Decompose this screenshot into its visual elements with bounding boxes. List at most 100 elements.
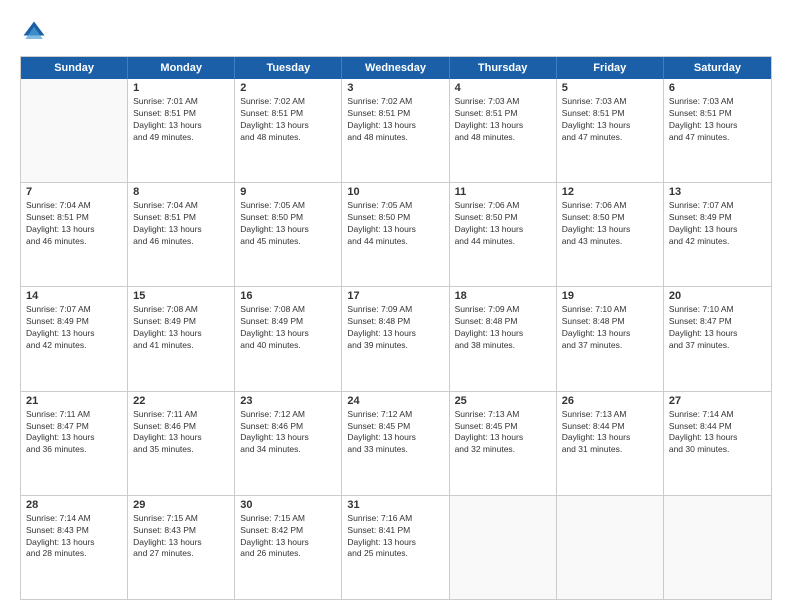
header-day-wednesday: Wednesday	[342, 57, 449, 79]
daylight-text-line2: and 36 minutes.	[26, 444, 122, 456]
daylight-text-line1: Daylight: 13 hours	[26, 537, 122, 549]
calendar-cell: 30Sunrise: 7:15 AMSunset: 8:42 PMDayligh…	[235, 496, 342, 599]
daylight-text-line2: and 47 minutes.	[562, 132, 658, 144]
header-day-saturday: Saturday	[664, 57, 771, 79]
daylight-text-line1: Daylight: 13 hours	[26, 224, 122, 236]
sunset-text: Sunset: 8:44 PM	[562, 421, 658, 433]
sunset-text: Sunset: 8:50 PM	[455, 212, 551, 224]
day-number: 27	[669, 395, 766, 407]
calendar-row-0: 1Sunrise: 7:01 AMSunset: 8:51 PMDaylight…	[21, 79, 771, 182]
day-number: 24	[347, 395, 443, 407]
sunrise-text: Sunrise: 7:09 AM	[455, 304, 551, 316]
day-number: 7	[26, 186, 122, 198]
sunset-text: Sunset: 8:51 PM	[562, 108, 658, 120]
sunrise-text: Sunrise: 7:12 AM	[240, 409, 336, 421]
sunset-text: Sunset: 8:51 PM	[240, 108, 336, 120]
calendar-cell: 13Sunrise: 7:07 AMSunset: 8:49 PMDayligh…	[664, 183, 771, 286]
daylight-text-line2: and 43 minutes.	[562, 236, 658, 248]
sunset-text: Sunset: 8:41 PM	[347, 525, 443, 537]
day-number: 29	[133, 499, 229, 511]
sunrise-text: Sunrise: 7:06 AM	[455, 200, 551, 212]
day-number: 16	[240, 290, 336, 302]
page: SundayMondayTuesdayWednesdayThursdayFrid…	[0, 0, 792, 612]
sunrise-text: Sunrise: 7:12 AM	[347, 409, 443, 421]
sunset-text: Sunset: 8:48 PM	[455, 316, 551, 328]
day-number: 17	[347, 290, 443, 302]
calendar-cell: 12Sunrise: 7:06 AMSunset: 8:50 PMDayligh…	[557, 183, 664, 286]
header-day-tuesday: Tuesday	[235, 57, 342, 79]
sunrise-text: Sunrise: 7:15 AM	[133, 513, 229, 525]
daylight-text-line1: Daylight: 13 hours	[26, 432, 122, 444]
daylight-text-line2: and 49 minutes.	[133, 132, 229, 144]
calendar-row-2: 14Sunrise: 7:07 AMSunset: 8:49 PMDayligh…	[21, 286, 771, 390]
calendar-cell: 16Sunrise: 7:08 AMSunset: 8:49 PMDayligh…	[235, 287, 342, 390]
day-number: 3	[347, 82, 443, 94]
calendar-cell: 23Sunrise: 7:12 AMSunset: 8:46 PMDayligh…	[235, 392, 342, 495]
sunrise-text: Sunrise: 7:05 AM	[347, 200, 443, 212]
daylight-text-line1: Daylight: 13 hours	[347, 328, 443, 340]
daylight-text-line2: and 40 minutes.	[240, 340, 336, 352]
calendar-cell	[664, 496, 771, 599]
calendar-cell: 29Sunrise: 7:15 AMSunset: 8:43 PMDayligh…	[128, 496, 235, 599]
sunset-text: Sunset: 8:46 PM	[240, 421, 336, 433]
header-day-thursday: Thursday	[450, 57, 557, 79]
day-number: 21	[26, 395, 122, 407]
sunset-text: Sunset: 8:49 PM	[669, 212, 766, 224]
day-number: 6	[669, 82, 766, 94]
calendar-cell: 7Sunrise: 7:04 AMSunset: 8:51 PMDaylight…	[21, 183, 128, 286]
sunset-text: Sunset: 8:50 PM	[240, 212, 336, 224]
day-number: 23	[240, 395, 336, 407]
daylight-text-line2: and 37 minutes.	[669, 340, 766, 352]
calendar-cell: 5Sunrise: 7:03 AMSunset: 8:51 PMDaylight…	[557, 79, 664, 182]
daylight-text-line1: Daylight: 13 hours	[26, 328, 122, 340]
daylight-text-line2: and 45 minutes.	[240, 236, 336, 248]
sunrise-text: Sunrise: 7:01 AM	[133, 96, 229, 108]
sunset-text: Sunset: 8:51 PM	[669, 108, 766, 120]
sunset-text: Sunset: 8:45 PM	[347, 421, 443, 433]
calendar: SundayMondayTuesdayWednesdayThursdayFrid…	[20, 56, 772, 600]
day-number: 30	[240, 499, 336, 511]
logo-icon	[20, 18, 48, 46]
calendar-cell: 19Sunrise: 7:10 AMSunset: 8:48 PMDayligh…	[557, 287, 664, 390]
sunset-text: Sunset: 8:50 PM	[347, 212, 443, 224]
sunset-text: Sunset: 8:51 PM	[455, 108, 551, 120]
calendar-cell	[557, 496, 664, 599]
day-number: 10	[347, 186, 443, 198]
calendar-cell: 26Sunrise: 7:13 AMSunset: 8:44 PMDayligh…	[557, 392, 664, 495]
daylight-text-line2: and 47 minutes.	[669, 132, 766, 144]
calendar-cell: 24Sunrise: 7:12 AMSunset: 8:45 PMDayligh…	[342, 392, 449, 495]
sunset-text: Sunset: 8:49 PM	[26, 316, 122, 328]
sunrise-text: Sunrise: 7:10 AM	[562, 304, 658, 316]
sunrise-text: Sunrise: 7:07 AM	[669, 200, 766, 212]
sunrise-text: Sunrise: 7:15 AM	[240, 513, 336, 525]
day-number: 19	[562, 290, 658, 302]
daylight-text-line1: Daylight: 13 hours	[133, 537, 229, 549]
daylight-text-line2: and 44 minutes.	[347, 236, 443, 248]
daylight-text-line2: and 46 minutes.	[26, 236, 122, 248]
daylight-text-line1: Daylight: 13 hours	[240, 224, 336, 236]
daylight-text-line1: Daylight: 13 hours	[669, 224, 766, 236]
calendar-cell: 9Sunrise: 7:05 AMSunset: 8:50 PMDaylight…	[235, 183, 342, 286]
daylight-text-line1: Daylight: 13 hours	[133, 432, 229, 444]
daylight-text-line1: Daylight: 13 hours	[455, 432, 551, 444]
calendar-cell: 3Sunrise: 7:02 AMSunset: 8:51 PMDaylight…	[342, 79, 449, 182]
sunrise-text: Sunrise: 7:03 AM	[455, 96, 551, 108]
daylight-text-line1: Daylight: 13 hours	[133, 224, 229, 236]
daylight-text-line2: and 46 minutes.	[133, 236, 229, 248]
daylight-text-line1: Daylight: 13 hours	[562, 432, 658, 444]
sunrise-text: Sunrise: 7:11 AM	[26, 409, 122, 421]
sunset-text: Sunset: 8:47 PM	[669, 316, 766, 328]
calendar-cell: 27Sunrise: 7:14 AMSunset: 8:44 PMDayligh…	[664, 392, 771, 495]
calendar-cell: 10Sunrise: 7:05 AMSunset: 8:50 PMDayligh…	[342, 183, 449, 286]
daylight-text-line2: and 25 minutes.	[347, 548, 443, 560]
calendar-cell: 6Sunrise: 7:03 AMSunset: 8:51 PMDaylight…	[664, 79, 771, 182]
daylight-text-line1: Daylight: 13 hours	[562, 120, 658, 132]
calendar-row-4: 28Sunrise: 7:14 AMSunset: 8:43 PMDayligh…	[21, 495, 771, 599]
sunrise-text: Sunrise: 7:06 AM	[562, 200, 658, 212]
calendar-cell: 28Sunrise: 7:14 AMSunset: 8:43 PMDayligh…	[21, 496, 128, 599]
daylight-text-line1: Daylight: 13 hours	[240, 328, 336, 340]
sunset-text: Sunset: 8:46 PM	[133, 421, 229, 433]
day-number: 28	[26, 499, 122, 511]
daylight-text-line1: Daylight: 13 hours	[455, 224, 551, 236]
daylight-text-line2: and 48 minutes.	[347, 132, 443, 144]
